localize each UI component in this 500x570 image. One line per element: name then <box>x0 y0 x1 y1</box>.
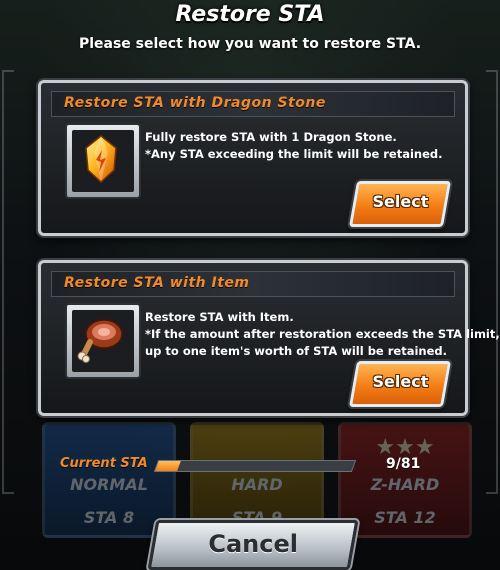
dragon-stone-icon-frame <box>65 123 141 199</box>
select-dragon-stone-button[interactable]: Select <box>348 181 452 227</box>
cancel-button-label: Cancel <box>208 530 298 558</box>
current-sta-label: Current STA <box>60 456 148 471</box>
option-header-bar: Restore STA with Dragon Stone <box>51 91 455 117</box>
difficulty-normal-panel: NORMAL STA 8 <box>42 422 176 538</box>
option-header-bar: Restore STA with Item <box>51 271 455 297</box>
meat-item-icon <box>77 319 123 363</box>
option-description: Restore STA with Item. *If the amount af… <box>145 309 500 360</box>
description-line: *If the amount after restoration exceeds… <box>145 327 500 341</box>
right-frame-bracket <box>486 70 498 494</box>
dialog-title: Restore STA <box>175 2 325 27</box>
option-description: Fully restore STA with 1 Dragon Stone. *… <box>145 129 455 163</box>
difficulty-label: Z-HARD <box>370 475 440 494</box>
item-option-card: Restore STA with Item Restore STA with I… <box>38 260 500 416</box>
difficulty-label: HARD <box>231 475 283 494</box>
option-header-title: Restore STA with Dragon Stone <box>64 95 326 111</box>
description-line: up to one item's worth of STA will be re… <box>145 344 447 358</box>
dragon-stone-icon <box>85 135 117 184</box>
difficulty-sta: STA 12 <box>374 508 436 527</box>
sta-value: 9/81 <box>386 456 421 472</box>
description-line: *Any STA exceeding the limit will be ret… <box>145 147 443 161</box>
description-line: Restore STA with Item. <box>145 310 294 324</box>
option-header-title: Restore STA with Item <box>64 275 250 291</box>
sta-gauge-fill <box>155 461 181 471</box>
left-frame-bracket <box>2 70 14 494</box>
meat-item-icon-frame <box>65 303 141 379</box>
select-item-button[interactable]: Select <box>348 361 452 407</box>
select-button-label: Select <box>372 372 429 391</box>
cancel-button[interactable]: Cancel <box>147 520 359 570</box>
difficulty-zhard-panel: ★★★ Z-HARD STA 12 <box>338 422 472 538</box>
sta-gauge <box>153 460 357 472</box>
dragon-stone-option-card: Restore STA with Dragon Stone Fully rest… <box>38 80 468 236</box>
select-button-label: Select <box>372 192 429 211</box>
difficulty-label: NORMAL <box>70 475 148 494</box>
dialog-subtitle: Please select how you want to restore ST… <box>78 36 422 52</box>
description-line: Fully restore STA with 1 Dragon Stone. <box>145 130 397 144</box>
difficulty-sta: STA 8 <box>83 508 135 527</box>
